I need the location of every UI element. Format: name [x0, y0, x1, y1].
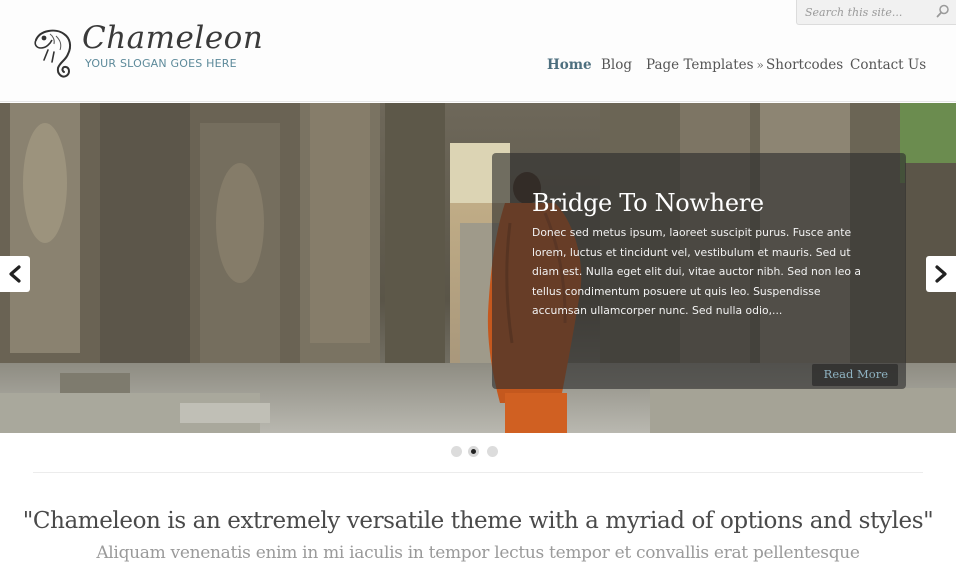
main-nav: Home Blog Page Templates» Shortcodes Con…	[0, 57, 956, 77]
slider-dot-3[interactable]	[487, 446, 498, 457]
nav-item-page-templates[interactable]: Page Templates»	[646, 57, 764, 73]
nav-item-blog[interactable]: Blog	[601, 57, 632, 73]
submenu-arrow-icon: »	[756, 58, 764, 72]
slider-next-button[interactable]	[926, 256, 956, 292]
slider-prev-button[interactable]	[0, 256, 30, 292]
search-icon[interactable]	[936, 4, 950, 18]
search-box	[796, 0, 956, 25]
chevron-right-icon	[935, 265, 947, 283]
slider-dot-1[interactable]	[451, 446, 462, 457]
divider	[33, 472, 923, 473]
featured-slider: Bridge To Nowhere Donec sed metus ipsum,…	[0, 103, 956, 433]
nav-item-home[interactable]: Home	[547, 57, 592, 73]
intro-subtagline: Aliquam venenatis enim in mi iaculis in …	[96, 543, 860, 563]
slider-pagination	[451, 446, 511, 458]
slider-dot-2[interactable]	[468, 446, 479, 457]
nav-item-label: Page Templates	[646, 57, 754, 73]
nav-item-shortcodes[interactable]: Shortcodes	[766, 57, 843, 73]
site-header: Chameleon YOUR SLOGAN GOES HERE Home Blo…	[0, 0, 956, 102]
nav-item-contact-us[interactable]: Contact Us	[850, 57, 926, 73]
slide-excerpt: Donec sed metus ipsum, laoreet suscipit …	[532, 226, 862, 317]
slide-caption: Bridge To Nowhere Donec sed metus ipsum,…	[492, 153, 906, 389]
intro-tagline: "Chameleon is an extremely versatile the…	[22, 508, 934, 534]
chevron-left-icon	[9, 265, 21, 283]
slide-title[interactable]: Bridge To Nowhere	[532, 189, 764, 217]
search-input[interactable]	[805, 4, 925, 20]
read-more-button[interactable]: Read More	[811, 364, 898, 386]
site-title[interactable]: Chameleon	[82, 20, 263, 56]
